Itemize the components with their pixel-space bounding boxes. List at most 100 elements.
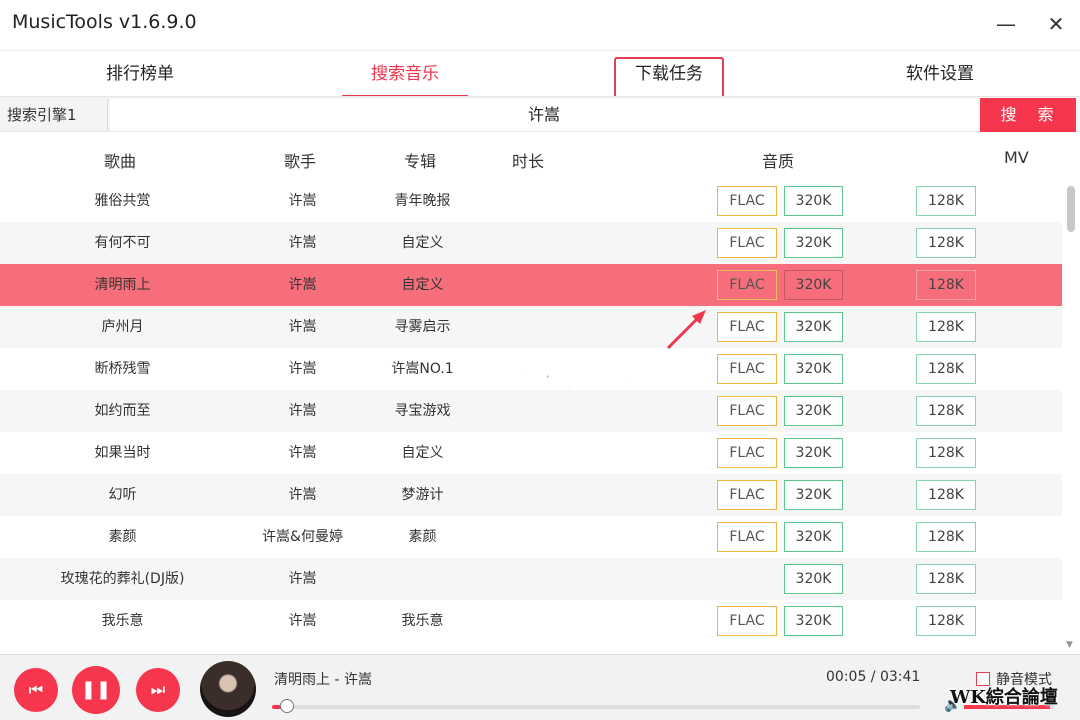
tab-settings[interactable]: 软件设置: [860, 51, 1020, 97]
arrow-icon: [666, 310, 706, 350]
download-flac-button[interactable]: FLAC: [717, 480, 777, 510]
download-128k-button[interactable]: 128K: [916, 438, 976, 468]
song-title: 庐州月: [101, 319, 144, 335]
song-artist: 许嵩: [288, 571, 317, 587]
song-artist: 许嵩: [288, 319, 317, 335]
song-album: 许嵩NO.1: [391, 361, 454, 377]
table-row[interactable]: 我乐意 许嵩 我乐意 FLAC 320K 128K: [0, 600, 1062, 642]
download-320k-button[interactable]: 320K: [784, 186, 843, 216]
download-128k-button[interactable]: 128K: [916, 396, 976, 426]
download-320k-button[interactable]: 320K: [784, 480, 843, 510]
watermark-text: WK綜合論壇: [950, 687, 1058, 708]
download-320k-button[interactable]: 320K: [784, 606, 843, 636]
download-flac-button[interactable]: FLAC: [717, 312, 777, 342]
minimize-icon[interactable]: —: [992, 10, 1020, 38]
download-128k-button[interactable]: 128K: [916, 606, 976, 636]
table-row[interactable]: 清明雨上 许嵩 自定义 FLAC 320K 128K: [0, 264, 1062, 306]
main-tabs: 排行榜单 搜索音乐 下载任务 (1) 软件设置: [0, 50, 1080, 121]
song-album: 梦游计: [401, 487, 444, 503]
download-320k-button[interactable]: 320K: [784, 396, 843, 426]
progress-handle[interactable]: [279, 699, 294, 713]
tab-charts[interactable]: 排行榜单: [60, 51, 220, 97]
column-header-mv: MV: [1004, 148, 1029, 167]
song-title: 有何不可: [94, 235, 151, 251]
pause-icon[interactable]: ❚❚: [72, 666, 120, 714]
download-320k-button[interactable]: 320K: [784, 354, 843, 384]
download-flac-button[interactable]: FLAC: [717, 186, 777, 216]
download-320k-button[interactable]: 320K: [784, 312, 843, 342]
song-artist: 许嵩: [288, 235, 317, 251]
app-title: MusicTools v1.6.9.0: [12, 11, 197, 33]
tab-search-music[interactable]: 搜索音乐: [342, 51, 468, 97]
song-album: 我乐意: [401, 613, 444, 629]
search-engine-select[interactable]: 搜索引擎1: [2, 99, 108, 131]
playback-time: 00:05 / 03:41: [826, 669, 921, 685]
column-header-song: 歌曲: [104, 152, 137, 171]
table-row[interactable]: 幻听 许嵩 梦游计 FLAC 320K 128K: [0, 474, 1062, 516]
song-album: [360, 558, 485, 600]
table-row[interactable]: 庐州月 许嵩 寻雾启示 FLAC 320K 128K: [0, 306, 1062, 348]
download-flac-button[interactable]: FLAC: [717, 270, 777, 300]
song-title: 幻听: [108, 487, 137, 503]
download-flac-button[interactable]: FLAC: [717, 228, 777, 258]
song-album: 寻雾启示: [394, 319, 451, 335]
download-320k-button[interactable]: 320K: [784, 270, 843, 300]
column-header-album: 专辑: [404, 152, 437, 171]
download-320k-button[interactable]: 320K: [784, 438, 843, 468]
download-128k-button[interactable]: 128K: [916, 480, 976, 510]
song-album: 自定义: [401, 445, 444, 461]
search-input[interactable]: [110, 99, 978, 131]
download-128k-button[interactable]: 128K: [916, 270, 976, 300]
download-320k-button[interactable]: 320K: [784, 564, 843, 594]
song-album: 寻宝游戏: [394, 403, 451, 419]
download-128k-button[interactable]: 128K: [916, 564, 976, 594]
player-bar: ⏮ ❚❚ ⏭ 清明雨上 - 许嵩 00:05 / 03:41 静音模式 🔈: [0, 654, 1080, 720]
song-artist: 许嵩: [288, 403, 317, 419]
download-128k-button[interactable]: 128K: [916, 354, 976, 384]
scrollbar-thumb[interactable]: [1067, 186, 1075, 232]
search-button[interactable]: 搜 索: [980, 98, 1076, 132]
download-128k-button[interactable]: 128K: [916, 522, 976, 552]
table-row[interactable]: 有何不可 许嵩 自定义 FLAC 320K 128K: [0, 222, 1062, 264]
scroll-down-icon[interactable]: ▼: [1066, 640, 1073, 650]
song-title: 断桥残雪: [94, 361, 151, 377]
table-row[interactable]: 素颜 许嵩&何曼婷 素颜 FLAC 320K 128K: [0, 516, 1062, 558]
download-flac-button[interactable]: FLAC: [717, 396, 777, 426]
download-flac-button[interactable]: FLAC: [717, 522, 777, 552]
next-track-icon[interactable]: ⏭: [136, 668, 180, 712]
previous-track-icon[interactable]: ⏮: [14, 668, 58, 712]
song-artist: 许嵩: [288, 445, 317, 461]
download-320k-button[interactable]: 320K: [784, 228, 843, 258]
table-row[interactable]: 雅俗共赏 许嵩 青年晚报 FLAC 320K 128K: [0, 180, 1062, 222]
download-flac-button[interactable]: FLAC: [717, 438, 777, 468]
download-128k-button[interactable]: 128K: [916, 312, 976, 342]
column-header-duration: 时长: [512, 152, 545, 171]
tab-download-tasks[interactable]: 下载任务 (1): [614, 51, 724, 121]
column-header-quality: 音质: [762, 152, 795, 171]
close-icon[interactable]: ✕: [1042, 10, 1070, 38]
download-320k-button[interactable]: 320K: [784, 522, 843, 552]
song-album: 青年晚报: [394, 193, 451, 209]
download-flac-button[interactable]: FLAC: [717, 606, 777, 636]
song-album: 自定义: [401, 277, 444, 293]
results-header: 歌曲 歌手 专辑 时长 音质 MV: [0, 136, 1080, 180]
song-title: 玫瑰花的葬礼(DJ版): [60, 571, 185, 587]
progress-slider[interactable]: [272, 699, 920, 713]
table-row[interactable]: 玫瑰花的葬礼(DJ版) 许嵩 320K 128K: [0, 558, 1062, 600]
column-header-artist: 歌手: [284, 152, 317, 171]
song-title: 如约而至: [94, 403, 151, 419]
download-128k-button[interactable]: 128K: [916, 228, 976, 258]
song-artist: 许嵩: [288, 613, 317, 629]
title-bar: MusicTools v1.6.9.0 — ✕: [0, 0, 1080, 48]
results-scrollbar[interactable]: ▼: [1064, 180, 1078, 650]
song-title: 素颜: [108, 529, 137, 545]
download-128k-button[interactable]: 128K: [916, 186, 976, 216]
album-cover: [200, 661, 256, 717]
annotation-text: 单击鼠标即可下载: [473, 368, 659, 394]
song-title: 如果当时: [94, 445, 151, 461]
download-flac-button[interactable]: FLAC: [717, 354, 777, 384]
table-row[interactable]: 如果当时 许嵩 自定义 FLAC 320K 128K: [0, 432, 1062, 474]
song-artist: 许嵩: [288, 361, 317, 377]
song-artist: 许嵩: [288, 487, 317, 503]
table-row[interactable]: 如约而至 许嵩 寻宝游戏 FLAC 320K 128K: [0, 390, 1062, 432]
